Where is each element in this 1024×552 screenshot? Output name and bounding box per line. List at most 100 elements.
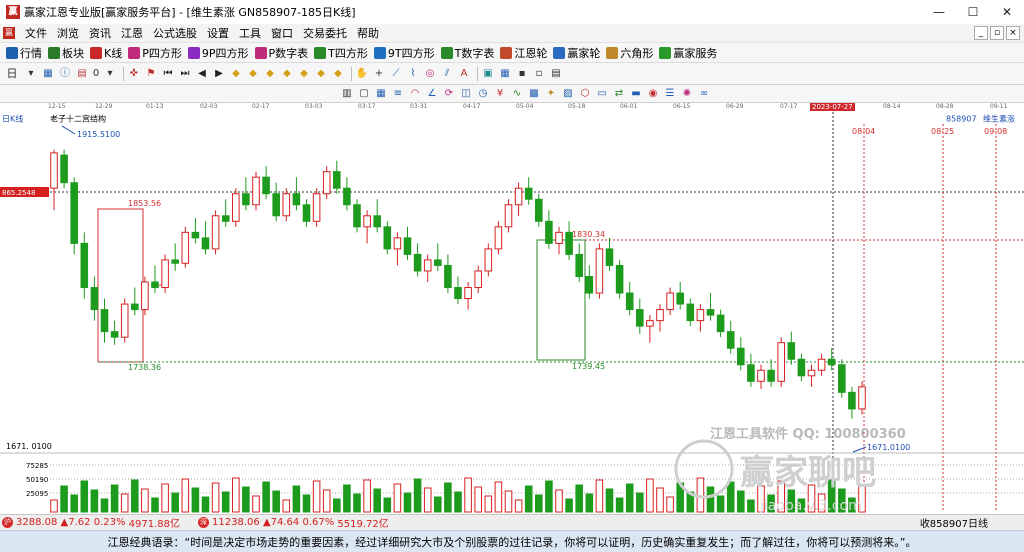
chart-icon[interactable]: ▨	[561, 87, 575, 101]
wheel-icon[interactable]: ✺	[680, 87, 694, 101]
kline-chart[interactable]: 日K线 老子十二宫结构 858907 维生素涨 865.2548 08-04 08-25 09…	[0, 112, 1024, 514]
menu-browse[interactable]: 浏览	[52, 25, 84, 41]
maximize-button[interactable]: ☐	[956, 0, 990, 24]
time-icon[interactable]: ◷	[476, 87, 490, 101]
close-button[interactable]: ✕	[990, 0, 1024, 24]
candle-body	[777, 342, 785, 382]
chevron-down-icon[interactable]: ▾	[103, 67, 117, 81]
toolbar-item-7[interactable]: 9T四方形	[373, 45, 435, 61]
mdi-close-button[interactable]: ×	[1006, 26, 1020, 40]
calendar-icon[interactable]: ▣	[481, 67, 495, 81]
square-grid-icon[interactable]: ▦	[374, 87, 388, 101]
bar-icon[interactable]: ▥	[340, 87, 354, 101]
zero-label[interactable]: 0	[92, 67, 100, 81]
fib-icon[interactable]: ≡	[391, 87, 405, 101]
toolbar-item-10[interactable]: 赢家轮	[553, 45, 600, 61]
toolbar-item-11[interactable]: 六角形	[606, 45, 653, 61]
fan-icon[interactable]: ⌇	[406, 67, 420, 81]
print-icon[interactable]: ▫	[532, 67, 546, 81]
diamond-icon[interactable]: ◆	[280, 67, 294, 81]
toolbar-item-6[interactable]: T四方形	[314, 45, 368, 61]
ruler-icon[interactable]: ▬	[629, 87, 643, 101]
ray-icon[interactable]: ⟋	[389, 67, 403, 81]
channel-icon[interactable]: ⫽	[440, 67, 454, 81]
link-icon[interactable]: ∞	[697, 87, 711, 101]
box-icon[interactable]: ▢	[357, 87, 371, 101]
menu-tools[interactable]: 工具	[234, 25, 266, 41]
step-forward-icon[interactable]: ⏭	[178, 67, 192, 81]
candle-body	[827, 358, 836, 366]
toolbar-item-5[interactable]: P数字表	[254, 45, 308, 61]
volume-bar	[353, 493, 361, 513]
target-icon[interactable]: ◉	[646, 87, 660, 101]
menu-trade[interactable]: 交易委托	[298, 25, 352, 41]
sh-index-change: ▲7.62	[60, 517, 91, 528]
cycle-icon[interactable]: ◎	[423, 67, 437, 81]
hand-icon[interactable]: ✋	[355, 67, 369, 81]
menu-formula-select[interactable]: 公式选股	[148, 25, 202, 41]
spiral-icon[interactable]: ⟳	[442, 87, 456, 101]
step-back-icon[interactable]: ⏮	[161, 67, 175, 81]
angle-icon[interactable]: ∠	[425, 87, 439, 101]
diamond-icon[interactable]: ◆	[263, 67, 277, 81]
candle-body	[120, 303, 129, 338]
toolbar-item-2[interactable]: K线	[90, 45, 122, 61]
diamond-icon[interactable]: ◆	[297, 67, 311, 81]
wave-icon[interactable]: ∿	[510, 87, 524, 101]
compare-icon[interactable]: ⇄	[612, 87, 626, 101]
layout-icon[interactable]: ▤	[549, 67, 563, 81]
diamond-icon[interactable]: ◆	[229, 67, 243, 81]
candle-body	[181, 231, 190, 264]
menu-settings[interactable]: 设置	[202, 25, 234, 41]
sh-index[interactable]: 沪 3288.08 ▲7.62 0.23% 4971.88亿	[2, 515, 180, 530]
toolbar-item-3[interactable]: P四方形	[128, 45, 182, 61]
minimize-button[interactable]: —	[922, 0, 956, 24]
left-arrow-icon[interactable]: ◀	[195, 67, 209, 81]
flag-icon[interactable]: ⚑	[144, 67, 158, 81]
square-icon[interactable]: ◫	[459, 87, 473, 101]
toolbar-item-12[interactable]: 赢家服务	[659, 45, 717, 61]
table-icon[interactable]: ▦	[498, 67, 512, 81]
list-icon[interactable]: ▤	[75, 67, 89, 81]
toolbar-item-1[interactable]: 板块	[48, 45, 84, 61]
price-icon[interactable]: ¥	[493, 87, 507, 101]
t-square-icon	[314, 46, 327, 59]
menu-help[interactable]: 帮助	[352, 25, 384, 41]
candle-body	[737, 347, 745, 366]
list-icon[interactable]: ☰	[663, 87, 677, 101]
star-icon[interactable]: ✦	[544, 87, 558, 101]
info-icon[interactable]: ⓘ	[58, 67, 72, 81]
settings-icon[interactable]: ✜	[127, 67, 141, 81]
toolbar-item-9[interactable]: 江恩轮	[500, 45, 547, 61]
toolbar-item-4[interactable]: 9P四方形	[187, 45, 249, 61]
toolbar-item-0[interactable]: 行情	[6, 45, 42, 61]
window-icon[interactable]: ▭	[595, 87, 609, 101]
hexagon-icon[interactable]: ⬡	[578, 87, 592, 101]
watermark-url: jiaoba.v.3.com	[759, 498, 862, 514]
menu-logo-icon: 赢	[3, 27, 15, 39]
right-arrow-icon[interactable]: ▶	[212, 67, 226, 81]
diamond-icon[interactable]: ◆	[314, 67, 328, 81]
period-select[interactable]: 日	[3, 67, 21, 81]
crosshair-icon[interactable]: +	[372, 67, 386, 81]
chevron-down-icon[interactable]: ▾	[24, 67, 38, 81]
diamond-icon[interactable]: ◆	[246, 67, 260, 81]
title-bar: 赢 赢家江恩专业版[赢家服务平台] - [维生素涨 GN858907-185日K…	[0, 0, 1024, 24]
mdi-restore-button[interactable]: ▫	[990, 26, 1004, 40]
arc-icon[interactable]: ◠	[408, 87, 422, 101]
menu-news[interactable]: 资讯	[84, 25, 116, 41]
sz-index[interactable]: 深 11238.06 ▲74.64 0.67% 5519.72亿	[198, 515, 389, 530]
volume-bar	[80, 480, 89, 513]
diamond-icon[interactable]: ◆	[331, 67, 345, 81]
volume-bar	[545, 480, 553, 513]
menu-gann[interactable]: 江恩	[116, 25, 148, 41]
menu-file[interactable]: 文件	[20, 25, 52, 41]
save-icon[interactable]: ▪	[515, 67, 529, 81]
toolbar-item-8[interactable]: T数字表	[440, 45, 494, 61]
text-icon[interactable]: A	[457, 67, 471, 81]
menu-window[interactable]: 窗口	[266, 25, 298, 41]
volume-bar	[171, 492, 179, 513]
mdi-minimize-button[interactable]: _	[974, 26, 988, 40]
grid-icon[interactable]: ▦	[41, 67, 55, 81]
grid2-icon[interactable]: ▩	[527, 87, 541, 101]
